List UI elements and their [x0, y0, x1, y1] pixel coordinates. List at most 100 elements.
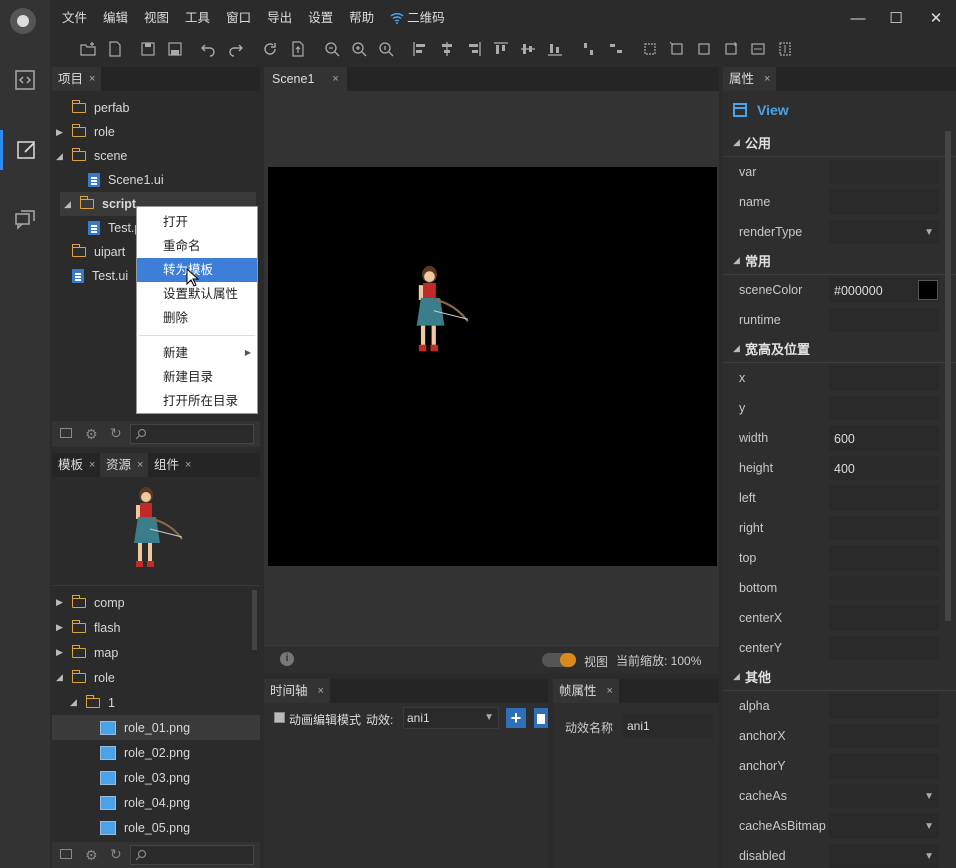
close-icon[interactable]: ×	[607, 679, 613, 703]
prop-input[interactable]	[829, 160, 939, 184]
menu-rename[interactable]: 重命名	[137, 234, 257, 258]
align-right-icon[interactable]	[464, 38, 484, 60]
size-height-icon[interactable]	[694, 38, 714, 60]
size-same-icon[interactable]	[721, 38, 741, 60]
align-bottom-icon[interactable]	[545, 38, 565, 60]
minimize-button[interactable]: —	[838, 0, 878, 36]
tab-components[interactable]: 组件 ×	[148, 453, 198, 477]
prop-input[interactable]	[829, 724, 939, 748]
tab-properties[interactable]: 属性 ×	[723, 67, 777, 91]
prop-input[interactable]	[829, 190, 939, 214]
prop-input[interactable]	[829, 366, 939, 390]
resource-search-input[interactable]	[130, 845, 254, 865]
menu-tools[interactable]: 工具	[177, 0, 218, 36]
prop-input[interactable]	[829, 606, 939, 630]
close-icon[interactable]: ×	[89, 453, 95, 477]
prop-select[interactable]: ▼	[829, 784, 939, 808]
scene-canvas[interactable]	[268, 167, 717, 566]
menu-qrcode[interactable]: 二维码	[382, 0, 453, 36]
prop-input[interactable]	[829, 754, 939, 778]
project-search-input[interactable]	[130, 424, 254, 444]
tree-row[interactable]: ▶ comp	[52, 590, 260, 615]
prop-input[interactable]: 600	[829, 426, 939, 450]
close-icon[interactable]: ×	[332, 67, 338, 91]
props-section-header[interactable]: ◢ 公用	[723, 129, 956, 157]
menu-edit[interactable]: 编辑	[95, 0, 136, 36]
align-center-h-icon[interactable]	[437, 38, 457, 60]
save-icon[interactable]	[138, 38, 158, 60]
tree-row[interactable]: role_01.png	[52, 715, 260, 740]
code-view-icon[interactable]	[0, 60, 50, 100]
zoom-out-icon[interactable]	[322, 38, 342, 60]
color-swatch[interactable]	[918, 280, 938, 300]
refresh-tree-icon[interactable]: ↻	[110, 846, 122, 863]
close-icon[interactable]: ×	[764, 67, 770, 91]
tree-row[interactable]: ◢ 1	[52, 690, 260, 715]
prop-select[interactable]: ▼	[829, 220, 939, 244]
tree-row[interactable]: ◢ role	[52, 665, 260, 690]
align-middle-v-icon[interactable]	[518, 38, 538, 60]
effect-select[interactable]: ani1 ▼	[403, 707, 499, 729]
anim-mode-checkbox[interactable]	[274, 712, 285, 723]
props-section-header[interactable]: ◢ 其他	[723, 663, 956, 691]
tree-row[interactable]: ▶ flash	[52, 615, 260, 640]
prop-input[interactable]	[829, 396, 939, 420]
character-sprite[interactable]	[406, 259, 470, 371]
prop-select[interactable]: ▼	[829, 844, 939, 868]
menu-file[interactable]: 文件	[54, 0, 95, 36]
comment-view-icon[interactable]	[0, 200, 50, 240]
tree-row[interactable]: role_05.png	[52, 815, 260, 840]
add-effect-button[interactable]: +	[506, 708, 526, 728]
menu-view[interactable]: 视图	[136, 0, 177, 36]
tab-templates[interactable]: 模板 ×	[52, 453, 102, 477]
tree-row[interactable]: ◢ scene	[52, 144, 260, 168]
tree-row[interactable]: ▶ map	[52, 640, 260, 665]
tab-timeline[interactable]: 时间轴 ×	[264, 679, 330, 703]
close-window-button[interactable]: ✕	[916, 0, 956, 36]
tree-row[interactable]: ▶ role	[52, 120, 260, 144]
menu-help[interactable]: 帮助	[341, 0, 382, 36]
space-h-icon[interactable]	[748, 38, 768, 60]
space-v-icon[interactable]	[775, 38, 795, 60]
tree-row[interactable]: role_03.png	[52, 765, 260, 790]
tab-scene1[interactable]: Scene1 ×	[264, 67, 347, 91]
resource-scrollbar[interactable]	[252, 590, 257, 650]
tree-row[interactable]: role_02.png	[52, 740, 260, 765]
expand-arrow-icon[interactable]: ◢	[70, 697, 80, 708]
collapse-icon[interactable]	[60, 428, 72, 438]
tree-row[interactable]: perfab	[52, 96, 260, 120]
tree-row[interactable]: Scene1.ui	[52, 168, 260, 192]
expand-arrow-icon[interactable]: ▶	[56, 127, 66, 138]
distribute-h-icon[interactable]	[606, 38, 626, 60]
menu-open[interactable]: 打开	[137, 210, 257, 234]
prop-select[interactable]: ▼	[829, 814, 939, 838]
size-full-icon[interactable]	[640, 38, 660, 60]
prop-input[interactable]	[829, 486, 939, 510]
close-icon[interactable]: ×	[318, 679, 324, 703]
size-width-icon[interactable]	[667, 38, 687, 60]
expand-arrow-icon[interactable]: ◢	[56, 672, 66, 683]
close-icon[interactable]: ×	[137, 453, 143, 477]
menu-open-location[interactable]: 打开所在目录	[137, 389, 257, 413]
menu-delete[interactable]: 删除	[137, 306, 257, 330]
settings-icon[interactable]: ⚙	[85, 847, 98, 864]
expand-arrow-icon[interactable]: ◢	[56, 151, 66, 162]
maximize-button[interactable]: ☐	[876, 0, 916, 36]
prop-input[interactable]	[829, 636, 939, 660]
props-scrollbar[interactable]	[945, 131, 951, 621]
close-icon[interactable]: ×	[185, 453, 191, 477]
prop-input[interactable]	[829, 694, 939, 718]
delete-effect-button[interactable]	[534, 708, 548, 728]
tree-row[interactable]: role_04.png	[52, 790, 260, 815]
collapse-icon[interactable]	[60, 849, 72, 859]
expand-arrow-icon[interactable]: ▶	[56, 622, 66, 633]
prop-input[interactable]: #000000	[829, 278, 939, 302]
prop-input[interactable]: 400	[829, 456, 939, 480]
expand-arrow-icon[interactable]: ▶	[56, 597, 66, 608]
prop-input[interactable]	[829, 576, 939, 600]
zoom-in-icon[interactable]	[349, 38, 369, 60]
tab-project[interactable]: 项目 ×	[52, 67, 102, 91]
redo-icon[interactable]	[226, 38, 246, 60]
new-file-icon[interactable]	[105, 38, 125, 60]
tab-resources[interactable]: 资源 ×	[100, 453, 150, 477]
